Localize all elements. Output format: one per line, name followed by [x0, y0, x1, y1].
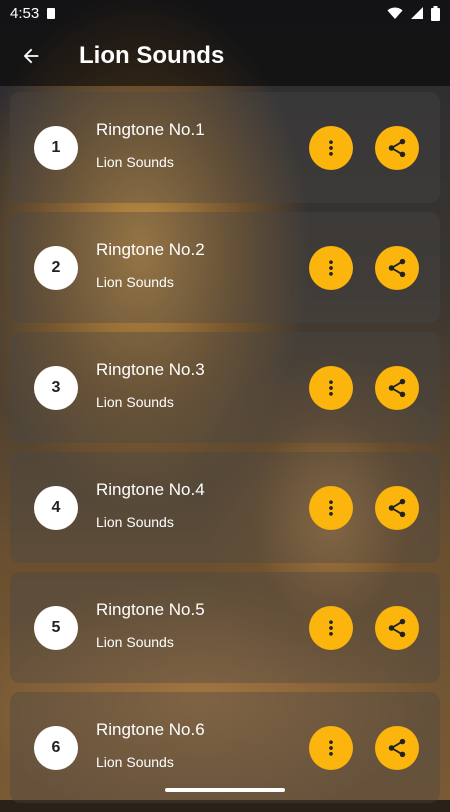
share-icon [388, 138, 406, 158]
ringtone-item[interactable]: 5 Ringtone No.5 Lion Sounds [10, 572, 440, 683]
more-options-button[interactable] [309, 606, 353, 650]
ringtone-name: Ringtone No.1 [96, 119, 205, 139]
more-options-button[interactable] [309, 366, 353, 410]
more-options-button[interactable] [309, 486, 353, 530]
signal-icon [411, 7, 423, 19]
more-vert-icon [329, 740, 333, 756]
app-bar: Lion Sounds [0, 26, 450, 86]
ringtone-texts: Ringtone No.4 Lion Sounds [96, 480, 205, 530]
page-title: Lion Sounds [79, 42, 225, 69]
share-button[interactable] [375, 486, 419, 530]
more-options-button[interactable] [309, 126, 353, 170]
ringtone-texts: Ringtone No.1 Lion Sounds [96, 120, 205, 170]
wifi-icon [387, 7, 403, 19]
ringtone-item[interactable]: 2 Ringtone No.2 Lion Sounds [10, 212, 440, 323]
share-button[interactable] [375, 606, 419, 650]
more-vert-icon [329, 620, 333, 636]
ringtone-subtitle: Lion Sounds [96, 513, 174, 530]
more-vert-icon [329, 500, 333, 516]
ringtone-name: Ringtone No.3 [96, 359, 205, 379]
arrow-back-icon [23, 48, 39, 64]
ringtone-name: Ringtone No.5 [96, 599, 205, 619]
share-icon [388, 738, 406, 758]
share-button[interactable] [375, 246, 419, 290]
home-indicator[interactable] [165, 788, 285, 792]
share-icon [388, 258, 406, 278]
ringtone-number: 3 [34, 365, 78, 410]
share-button[interactable] [375, 366, 419, 410]
status-time: 4:53 [10, 4, 40, 22]
ringtone-subtitle: Lion Sounds [96, 753, 174, 770]
more-options-button[interactable] [309, 246, 353, 290]
ringtone-subtitle: Lion Sounds [96, 633, 174, 650]
ringtone-subtitle: Lion Sounds [96, 393, 174, 410]
ringtone-item[interactable]: 1 Ringtone No.1 Lion Sounds [10, 92, 440, 203]
back-button[interactable] [3, 28, 59, 84]
ringtone-texts: Ringtone No.6 Lion Sounds [96, 720, 205, 770]
more-vert-icon [329, 260, 333, 276]
share-icon [388, 378, 406, 398]
share-button[interactable] [375, 126, 419, 170]
more-vert-icon [329, 380, 333, 396]
ringtone-name: Ringtone No.4 [96, 479, 205, 499]
ringtone-item[interactable]: 3 Ringtone No.3 Lion Sounds [10, 332, 440, 443]
ringtone-item[interactable]: 4 Ringtone No.4 Lion Sounds [10, 452, 440, 563]
ringtone-name: Ringtone No.6 [96, 719, 205, 739]
ringtone-item[interactable]: 6 Ringtone No.6 Lion Sounds [10, 692, 440, 803]
ringtone-subtitle: Lion Sounds [96, 153, 174, 170]
status-bar: 4:53 [0, 0, 450, 26]
more-vert-icon [329, 140, 333, 156]
sd-card-icon [47, 7, 56, 19]
ringtone-name: Ringtone No.2 [96, 239, 205, 259]
share-icon [388, 618, 406, 638]
ringtone-texts: Ringtone No.5 Lion Sounds [96, 600, 205, 650]
battery-icon [431, 5, 440, 21]
ringtone-number: 4 [34, 485, 78, 530]
status-icons [387, 5, 440, 21]
ringtone-subtitle: Lion Sounds [96, 273, 174, 290]
ringtone-number: 2 [34, 245, 78, 290]
ringtone-number: 1 [34, 125, 78, 170]
ringtone-texts: Ringtone No.2 Lion Sounds [96, 240, 205, 290]
share-icon [388, 498, 406, 518]
more-options-button[interactable] [309, 726, 353, 770]
share-button[interactable] [375, 726, 419, 770]
ringtone-number: 6 [34, 725, 78, 770]
ringtone-texts: Ringtone No.3 Lion Sounds [96, 360, 205, 410]
ringtone-number: 5 [34, 605, 78, 650]
ringtone-list: 1 Ringtone No.1 Lion Sounds 2 Ringtone N… [10, 92, 440, 812]
